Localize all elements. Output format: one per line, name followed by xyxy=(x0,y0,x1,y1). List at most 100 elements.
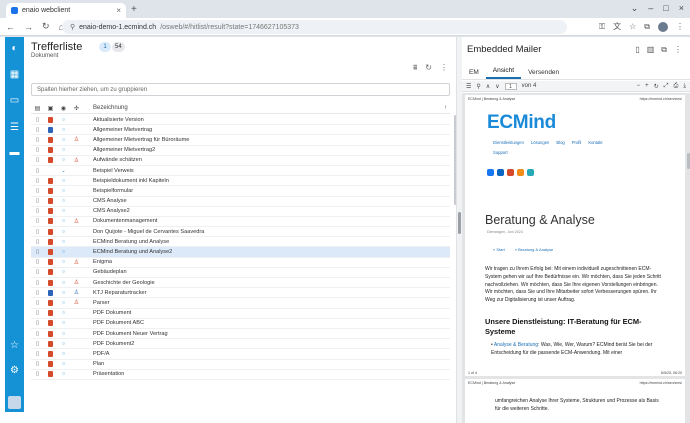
close-tab-icon[interactable]: × xyxy=(116,6,121,15)
tab-ansicht[interactable]: Ansicht xyxy=(485,67,522,79)
table-row[interactable]: ▯ ○ Gebäudeplan xyxy=(31,268,450,278)
table-row[interactable]: ▯ ○ ♙ Parser xyxy=(31,298,450,309)
zoom-in-icon[interactable]: + xyxy=(645,83,649,89)
gitlab-icon[interactable] xyxy=(507,169,514,176)
ecmind-logo: ECMind xyxy=(487,112,556,134)
table-row[interactable]: ▯ ○ Allgemeiner Mietvertrag xyxy=(31,125,450,136)
bullet-link[interactable]: Analyse & Beratung xyxy=(494,342,538,348)
table-row[interactable]: ▯ ⌄ Beispiel Verweis xyxy=(31,166,450,177)
search-icon[interactable]: ⚲ xyxy=(476,83,480,90)
reload-icon[interactable]: ↻ xyxy=(42,21,50,32)
fit-page-icon[interactable]: ⤢ xyxy=(664,83,669,90)
table-row[interactable]: ▯ ○ PDF Dokument Neuer Vertrag xyxy=(31,329,450,340)
forward-icon[interactable]: → xyxy=(24,22,33,32)
key-icon[interactable]: ⚿ xyxy=(599,22,605,32)
nav-support[interactable]: Support xyxy=(493,150,508,155)
refresh-icon[interactable]: ↻ xyxy=(425,63,432,73)
table-row[interactable]: ▯ ○ PDF Dokument2 xyxy=(31,339,450,350)
file-type-cell xyxy=(44,269,57,276)
table-row[interactable]: ▯ ○ Don Quijote - Miguel de Cervantes Saav… xyxy=(31,227,450,238)
document-type-icon: ▯ xyxy=(35,279,40,286)
more-icon[interactable]: ⋮ xyxy=(674,45,682,55)
list-icon[interactable]: ☰ xyxy=(5,122,24,133)
profile-avatar[interactable] xyxy=(658,21,668,32)
feed-icon[interactable] xyxy=(517,169,524,176)
table-row[interactable]: ▯ ○ ♙ Dokumentenmanagement xyxy=(31,217,450,228)
back-icon[interactable]: ← xyxy=(6,22,15,32)
nav-loesungen[interactable]: Lösungen xyxy=(531,140,549,145)
site-info-icon[interactable]: ⚲ xyxy=(70,23,75,31)
crumb-start[interactable]: » Start xyxy=(493,247,505,252)
favorites-icon[interactable]: ☆ xyxy=(5,340,24,351)
prev-page-icon[interactable]: ∧ xyxy=(486,83,490,90)
translate-icon[interactable]: 文 xyxy=(613,21,621,32)
document-icon[interactable]: ▯ xyxy=(635,45,639,55)
table-row[interactable]: ▯ ○ ECMind Beratung und Analyse xyxy=(31,237,450,248)
minimize-icon[interactable]: – xyxy=(648,3,653,14)
crumb-beratung[interactable]: » Beratung & Analyse xyxy=(515,247,553,252)
table-row[interactable]: ▯ ○ Beispieldokument inkl Kapiteln xyxy=(31,176,450,187)
tab-versenden[interactable]: Versenden xyxy=(521,69,566,79)
nav-profil[interactable]: Profil xyxy=(572,140,582,145)
window-controls: ⌄ – □ × xyxy=(631,3,684,14)
table-row[interactable]: ▯ ○ ♙ Geschichte der Geologie xyxy=(31,278,450,289)
nav-dienstleistungen[interactable]: Dienstleistungen xyxy=(493,140,524,145)
page-number-input[interactable]: 1 xyxy=(504,82,517,90)
tab-search-icon[interactable]: ⌄ xyxy=(631,3,639,14)
nav-blog[interactable]: Blog xyxy=(556,140,564,145)
table-row[interactable]: ▯ ○ CMS Analyse2 xyxy=(31,207,450,217)
col-file-icon[interactable]: ▣ xyxy=(44,105,57,112)
more-icon[interactable]: ⋮ xyxy=(440,63,448,73)
close-window-icon[interactable]: × xyxy=(679,3,684,14)
maximize-icon[interactable]: □ xyxy=(663,3,668,14)
dashboard-icon[interactable]: ▦ xyxy=(5,69,24,80)
zoom-out-icon[interactable]: − xyxy=(637,83,641,89)
next-page-icon[interactable]: ∨ xyxy=(495,83,499,90)
table-row[interactable]: ▯ ○ ♙ Enigma xyxy=(31,258,450,268)
inbox-icon[interactable]: ▭ xyxy=(5,95,24,106)
table-row[interactable]: ▯ ○ Beispielformular xyxy=(31,186,450,197)
table-row[interactable]: ▯ ○ Plan xyxy=(31,360,450,370)
splitter-grip[interactable] xyxy=(458,212,461,234)
col-type-icon[interactable]: ▤ xyxy=(31,105,44,112)
group-drop-zone[interactable]: Spalten hierher ziehen, um zu gruppieren xyxy=(31,83,450,96)
extensions-icon[interactable]: ⧉ xyxy=(644,22,650,32)
folder-icon[interactable]: ▬ xyxy=(5,147,24,158)
table-row[interactable]: ▯ ○ PDF/A xyxy=(31,349,450,360)
table-row[interactable]: ▯ ○ CMS Analyse xyxy=(31,197,450,207)
print-icon[interactable]: ⎙ xyxy=(674,83,679,90)
table-row[interactable]: ▯ ○ Präsentation xyxy=(31,370,450,380)
table-row[interactable]: ▯ ○ ECMind Beratung und Analyse2 xyxy=(31,247,450,258)
filter-icon[interactable]: ⩩ xyxy=(413,63,417,73)
linkedin-icon[interactable] xyxy=(497,169,504,176)
panel-icon[interactable]: ▥ xyxy=(647,45,655,55)
address-bar[interactable]: ⚲ enaio-demo-1.ecmind.ch/osweb/#/hitlist… xyxy=(62,20,567,34)
download-icon[interactable]: ⤓ xyxy=(683,83,686,90)
table-row[interactable]: ▯ ○ PDF Dokument xyxy=(31,309,450,319)
sort-asc-icon[interactable]: ↑ xyxy=(444,105,450,111)
col-name-header[interactable]: Bezeichnung xyxy=(83,105,128,111)
browser-tab[interactable]: enaio webclient × xyxy=(6,3,126,18)
table-row[interactable]: ▯ ○ ♙ Aufwände schätzen xyxy=(31,156,450,166)
app-logo-icon[interactable]: ◐ xyxy=(5,43,24,54)
table-row[interactable]: ▯ ○ PDF Dokument ABC xyxy=(31,319,450,329)
table-row[interactable]: ▯ ○ ♙ Allgemeiner Mietvertrag für Büroräume xyxy=(31,135,450,146)
star-icon[interactable]: ☆ xyxy=(629,22,636,31)
table-row[interactable]: ▯ ○ Allgemeiner Mietvertrag2 xyxy=(31,146,450,156)
social-icon-1[interactable] xyxy=(487,169,494,176)
new-tab-button[interactable]: + xyxy=(131,4,137,15)
settings-icon[interactable]: ⚙ xyxy=(5,365,24,376)
xing-icon[interactable] xyxy=(527,169,534,176)
nav-kontakt[interactable]: Kontakt xyxy=(588,140,602,145)
open-external-icon[interactable]: ⧉ xyxy=(661,45,667,55)
sidebar-toggle-icon[interactable]: ☰ xyxy=(466,83,471,90)
table-row[interactable]: ▯ ○ Aktualisierte Version xyxy=(31,115,450,126)
table-row[interactable]: ▯ ○ ♙ KTJ Reparaturtracker xyxy=(31,288,450,299)
user-avatar[interactable] xyxy=(8,396,21,409)
menu-icon[interactable]: ⋮ xyxy=(676,22,684,31)
rotate-icon[interactable]: ↻ xyxy=(654,83,659,90)
tab-em[interactable]: EM xyxy=(462,69,486,79)
col-status-icon[interactable]: ◉ xyxy=(57,105,70,112)
pdf-viewer[interactable]: ECMind | Beratung & Analyse https://ecmi… xyxy=(462,93,690,423)
col-workflow-icon[interactable]: ✣ xyxy=(70,105,83,112)
